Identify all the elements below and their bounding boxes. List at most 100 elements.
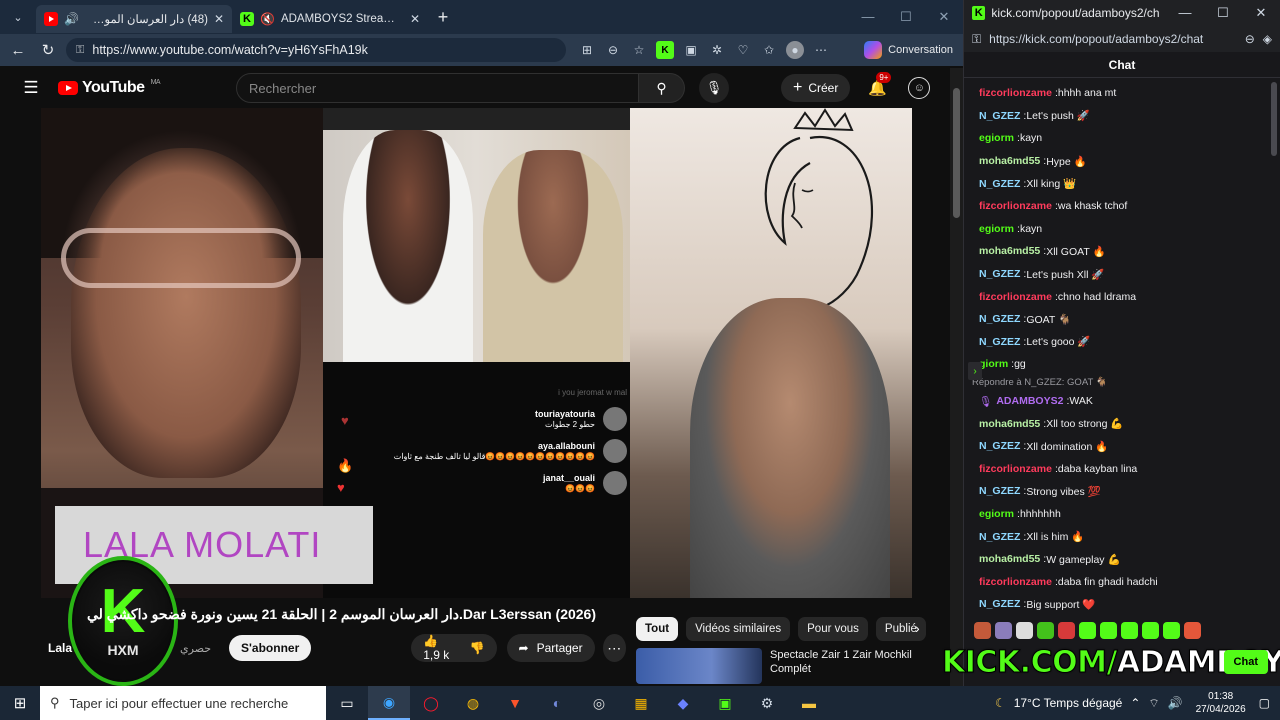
chat-username[interactable]: fizcorlionzame: [979, 463, 1052, 475]
network-icon[interactable]: ⌔: [1148, 696, 1159, 711]
chat-username[interactable]: fizcorlionzame: [979, 200, 1052, 212]
chat-username[interactable]: moha6md55: [979, 553, 1040, 565]
share-button[interactable]: ➦ Partager: [506, 634, 595, 662]
search-button[interactable]: ⚲: [639, 73, 685, 103]
expand-chevron-icon[interactable]: ›: [968, 362, 982, 380]
kick-extension-icon[interactable]: K: [656, 41, 674, 59]
app-icon[interactable]: ◆: [662, 686, 704, 720]
chat-username[interactable]: fizcorlionzame: [979, 291, 1052, 303]
emote-icon[interactable]: [974, 622, 991, 639]
edge-icon[interactable]: ◉: [368, 686, 410, 720]
chat-username[interactable]: moha6md55: [979, 155, 1040, 167]
browser-essentials-icon[interactable]: ♡: [734, 41, 752, 59]
favorite-star-icon[interactable]: ☆: [630, 41, 648, 59]
zoom-icon[interactable]: ⊖: [604, 41, 622, 59]
emote-icon[interactable]: [1100, 622, 1117, 639]
opera-icon[interactable]: ◯: [410, 686, 452, 720]
close-tab-icon[interactable]: ✕: [214, 12, 224, 26]
channel-name[interactable]: Lala: [48, 641, 72, 655]
chat-scroll-thumb[interactable]: [1271, 82, 1277, 156]
more-actions-button[interactable]: ⋯: [602, 634, 626, 662]
chat-message[interactable]: N_GZEZ: Xll king 👑: [964, 172, 1254, 195]
youtube-logo[interactable]: YouTube MA: [58, 79, 236, 97]
chat-message[interactable]: fizcorlionzame: wa khask tchof: [964, 195, 1254, 218]
subscribe-button[interactable]: S'abonner: [229, 635, 312, 661]
emote-icon[interactable]: [1142, 622, 1159, 639]
extensions-puzzle-icon[interactable]: ✲: [708, 41, 726, 59]
maximize-icon[interactable]: ☐: [887, 9, 925, 25]
obs-icon[interactable]: ◎: [578, 686, 620, 720]
chat-message[interactable]: moha6md55: Xll too strong 💪: [964, 412, 1254, 435]
chat-message[interactable]: egiorm: kayn: [964, 218, 1254, 241]
copilot-conversation-button[interactable]: Conversation: [864, 41, 957, 59]
scrollbar-thumb[interactable]: [953, 88, 960, 218]
chat-username[interactable]: egiorm: [979, 508, 1014, 520]
steam-icon[interactable]: ⚙: [746, 686, 788, 720]
back-arrow-icon[interactable]: ←: [6, 42, 30, 59]
chat-username[interactable]: egiorm: [979, 223, 1014, 235]
video-player[interactable]: i you jeromat w mal touriayatouria حطو 2 …: [41, 108, 912, 598]
chat-message[interactable]: fizcorlionzame: daba kayban lina: [964, 458, 1254, 481]
emote-icon[interactable]: [1079, 622, 1096, 639]
chat-message[interactable]: moha6md55: W gameplay 💪: [964, 548, 1254, 571]
emote-icon[interactable]: [995, 622, 1012, 639]
profile-avatar-icon[interactable]: ●: [786, 41, 804, 59]
chat-username[interactable]: N_GZEZ: [979, 531, 1020, 543]
emote-icon[interactable]: [1163, 622, 1180, 639]
chat-message[interactable]: moha6md55: Hype 🔥: [964, 150, 1254, 173]
taskbar-clock[interactable]: 01:38 27/04/2026: [1191, 690, 1251, 716]
page-scrollbar[interactable]: [950, 68, 963, 686]
chat-message[interactable]: 🎙 ADAMBOYS2: WAK: [964, 390, 1254, 413]
chat-message[interactable]: giorm: gg: [964, 353, 1254, 376]
favorites-list-icon[interactable]: ✩: [760, 41, 778, 59]
create-button[interactable]: + Créer: [781, 74, 851, 102]
speaker-icon[interactable]: 🔊: [64, 12, 79, 26]
task-view-icon[interactable]: ▭: [326, 686, 368, 720]
more-menu-icon[interactable]: ⋯: [812, 41, 830, 59]
chip-for-you[interactable]: Pour vous: [798, 617, 868, 641]
dislike-button[interactable]: 👎: [470, 641, 485, 655]
screenshot-extension-icon[interactable]: ▣: [682, 41, 700, 59]
chat-message[interactable]: N_GZEZ: GOAT 🐐: [964, 308, 1254, 331]
chat-send-button[interactable]: Chat: [1223, 650, 1268, 674]
chat-username[interactable]: fizcorlionzame: [979, 87, 1052, 99]
close-window-icon[interactable]: ✕: [925, 9, 963, 25]
app-grid-icon[interactable]: ⊞: [578, 41, 596, 59]
emote-icon[interactable]: [1184, 622, 1201, 639]
minimize-icon[interactable]: —: [849, 9, 887, 25]
chat-message[interactable]: N_GZEZ: Let's gooo 🚀: [964, 331, 1254, 354]
close-tab-icon[interactable]: ✕: [410, 12, 420, 26]
maximize-icon[interactable]: ☐: [1204, 5, 1242, 21]
hamburger-menu-icon[interactable]: ☰: [4, 78, 58, 98]
chat-message[interactable]: N_GZEZ: Big support ❤️: [964, 593, 1254, 616]
recommended-thumbnail[interactable]: [636, 648, 762, 684]
recommended-title[interactable]: Spectacle Zair 1 Zair Mochkil Complét: [770, 648, 920, 684]
account-avatar[interactable]: ☺: [908, 77, 931, 99]
chat-scrollbar[interactable]: [1269, 82, 1279, 612]
kick-url-bar[interactable]: ⚿ https://kick.com/popout/adamboys2/chat…: [964, 26, 1280, 52]
chat-username[interactable]: N_GZEZ: [979, 178, 1020, 190]
discord-icon[interactable]: ◐: [536, 686, 578, 720]
chat-username[interactable]: N_GZEZ: [979, 336, 1020, 348]
minimize-icon[interactable]: —: [1166, 5, 1204, 21]
chat-username[interactable]: N_GZEZ: [979, 268, 1020, 280]
store-icon[interactable]: ▦: [620, 686, 662, 720]
emote-icon[interactable]: [1058, 622, 1075, 639]
chat-message[interactable]: fizcorlionzame: daba fin ghadi hadchi: [964, 570, 1254, 593]
chat-username[interactable]: N_GZEZ: [979, 598, 1020, 610]
chat-username[interactable]: moha6md55: [979, 245, 1040, 257]
copilot-icon[interactable]: ◈: [1263, 32, 1272, 46]
volume-icon[interactable]: 🔊: [1168, 696, 1183, 710]
search-input[interactable]: Rechercher: [236, 73, 639, 103]
notification-center-icon[interactable]: ▢: [1259, 696, 1270, 710]
tab-youtube[interactable]: 🔊 (48) دار العرسان الموسم 2 | الح ✕: [36, 5, 232, 33]
url-field[interactable]: ⚿ https://www.youtube.com/watch?v=yH6YsF…: [66, 38, 566, 62]
chat-message[interactable]: N_GZEZ: Xll is him 🔥: [964, 525, 1254, 548]
site-info-icon[interactable]: ⚿: [76, 44, 84, 57]
tab-actions-menu[interactable]: ⌄: [0, 0, 36, 34]
chat-message[interactable]: N_GZEZ: Let's push 🚀: [964, 105, 1254, 128]
emote-icon[interactable]: [1121, 622, 1138, 639]
chat-message[interactable]: fizcorlionzame: hhhh ana mt: [964, 82, 1254, 105]
file-explorer-icon[interactable]: ▬: [788, 686, 830, 720]
chat-message[interactable]: N_GZEZ: Strong vibes 💯: [964, 480, 1254, 503]
